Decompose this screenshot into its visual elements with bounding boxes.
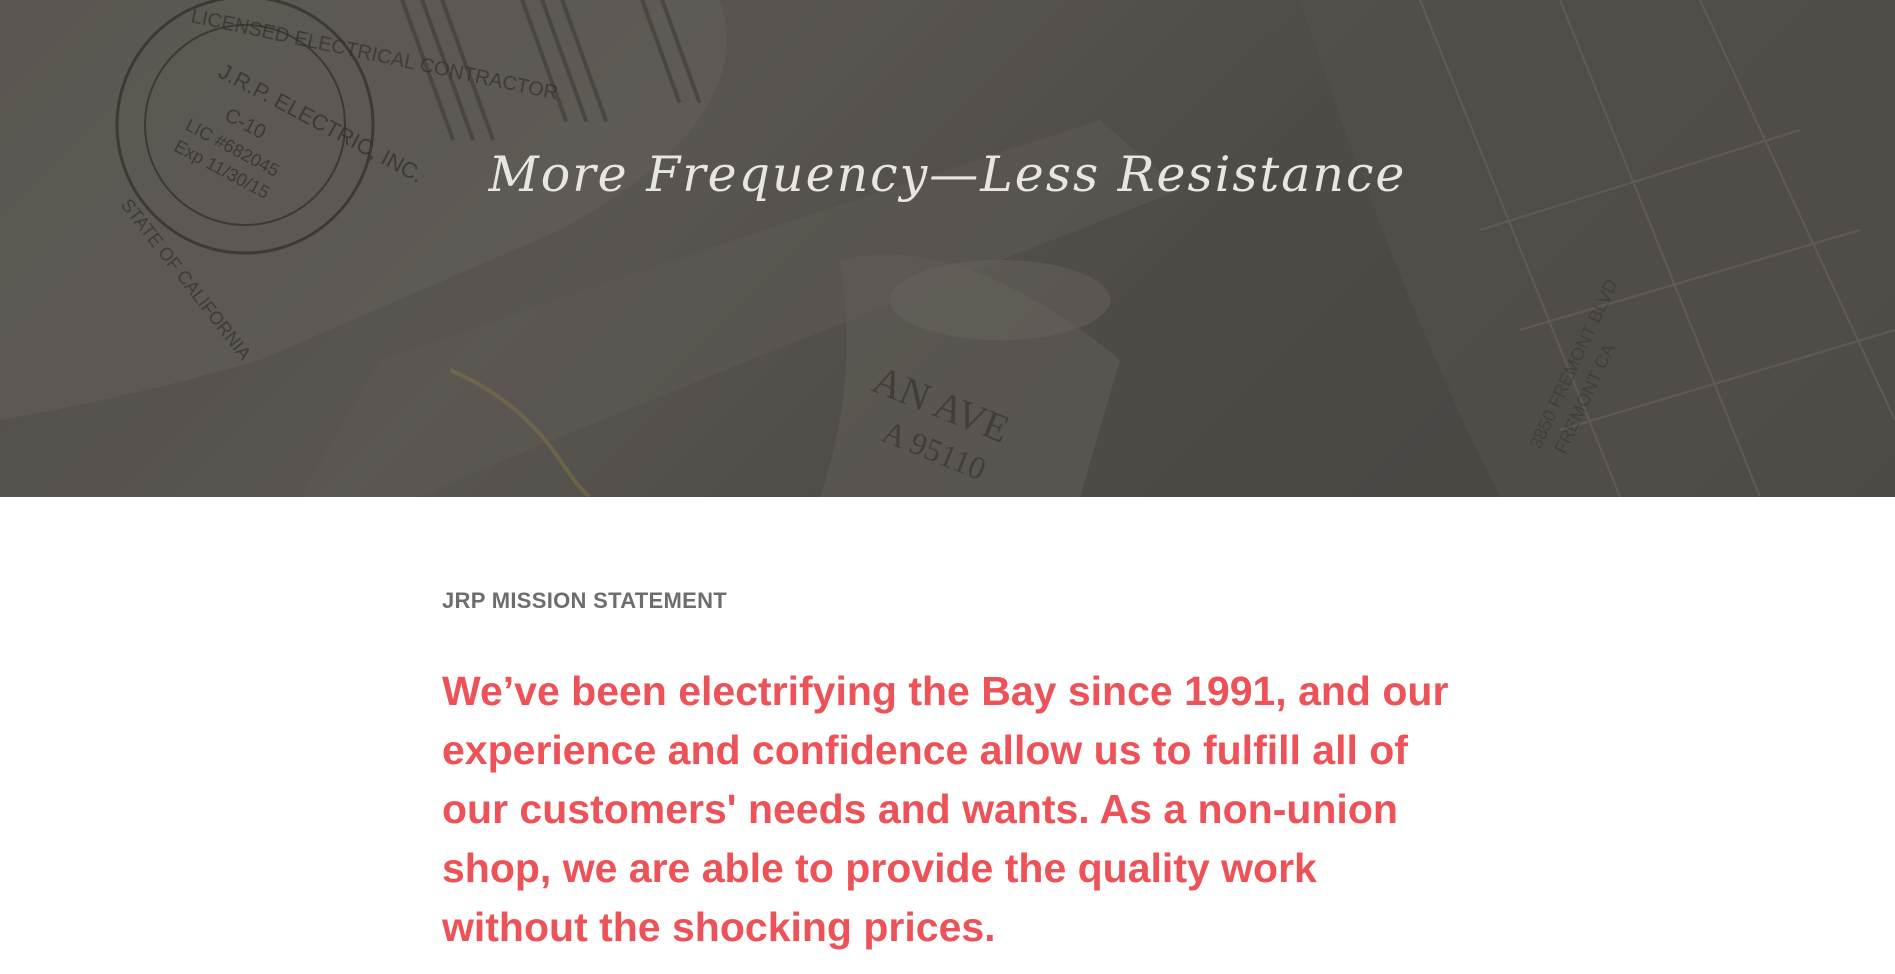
blueprints-background-image: J.R.P. ELECTRIC, INC. C-10 LIC #682045 E… — [0, 0, 1895, 497]
mission-section: JRP MISSION STATEMENT We’ve been electri… — [442, 588, 1452, 957]
hero-banner: J.R.P. ELECTRIC, INC. C-10 LIC #682045 E… — [0, 0, 1895, 497]
hero-title: More Frequency—Less Resistance — [488, 146, 1407, 203]
mission-eyebrow: JRP MISSION STATEMENT — [442, 588, 727, 613]
mission-statement: We’ve been electrifying the Bay since 19… — [442, 668, 1449, 950]
